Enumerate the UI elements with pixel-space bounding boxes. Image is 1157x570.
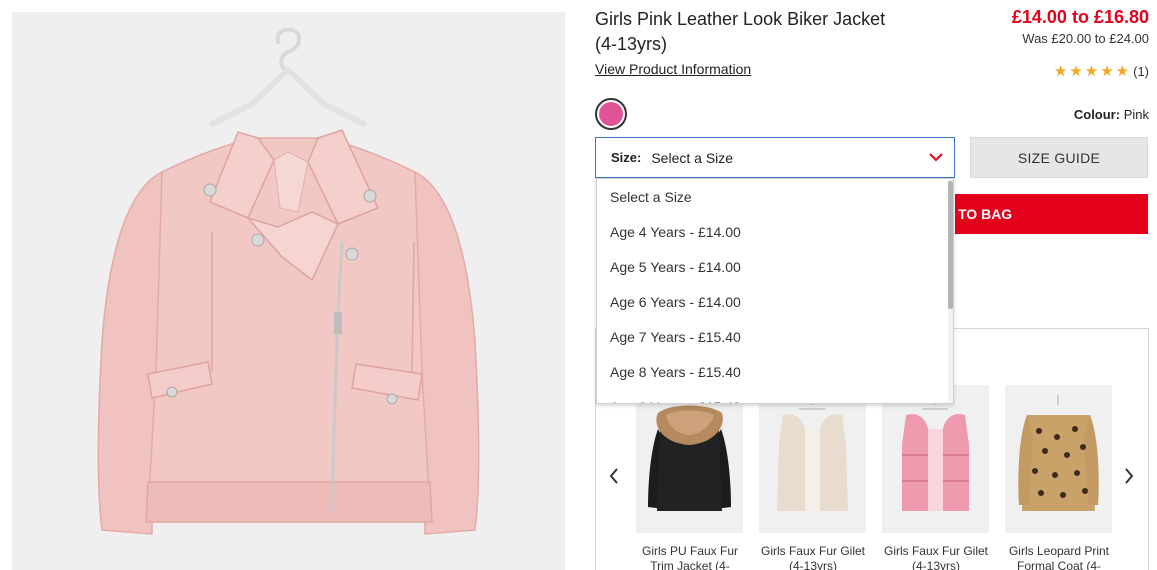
size-option[interactable]: Age 7 Years - £15.40: [597, 320, 953, 355]
recommendation-tile[interactable]: Girls Leopard Print Formal Coat (4-: [1005, 385, 1112, 570]
product-title: Girls Pink Leather Look Biker Jacket (4-…: [595, 9, 886, 54]
pink-biker-jacket-image: [97, 27, 480, 535]
carousel-next-icon[interactable]: [1121, 465, 1137, 487]
black-faux-fur-jacket-image: [636, 385, 743, 533]
star-icon: ★: [1100, 63, 1114, 80]
recommendation-tile[interactable]: Girls Faux Fur Gilet (4-13yrs): [759, 385, 866, 570]
chevron-down-icon: [929, 153, 943, 162]
size-option[interactable]: Select a Size: [597, 179, 953, 215]
product-price: £14.00 to £16.80: [1011, 7, 1149, 27]
star-icon: ★: [1069, 63, 1083, 80]
colour-swatch-pink[interactable]: [595, 98, 627, 130]
star-icon: ★: [1053, 63, 1068, 80]
recommendation-name[interactable]: Girls Faux Fur Gilet (4-13yrs): [753, 544, 873, 570]
recommendation-tile[interactable]: Girls PU Faux Fur Trim Jacket (4-: [636, 385, 743, 570]
size-option[interactable]: Age 8 Years - £15.40: [597, 355, 953, 390]
size-option[interactable]: Age 9 Years - £15.40: [597, 390, 953, 403]
colour-label: Colour:: [1073, 107, 1121, 122]
colour-indicator: Colour: Pink: [1074, 107, 1149, 122]
swatch-fill: [599, 102, 623, 126]
pink-faux-fur-gilet-image: [882, 385, 989, 533]
colour-value: Pink: [1123, 107, 1149, 122]
size-select[interactable]: Size: Select a Size: [595, 137, 955, 178]
size-label: Size:: [611, 150, 642, 165]
star-icon: ★: [1115, 63, 1130, 80]
cream-faux-fur-gilet-image: [759, 385, 866, 533]
recommendation-name[interactable]: Girls Leopard Print Formal Coat (4-: [999, 544, 1119, 570]
dropdown-scrollbar[interactable]: [948, 179, 953, 403]
recommendation-tile[interactable]: Girls Faux Fur Gilet (4-13yrs): [882, 385, 989, 570]
size-guide-button[interactable]: SIZE GUIDE: [970, 137, 1148, 178]
carousel-prev-icon[interactable]: [606, 465, 622, 487]
size-selected-value: Select a Size: [651, 149, 734, 166]
recommendation-name[interactable]: Girls PU Faux Fur Trim Jacket (4-: [630, 544, 750, 570]
recommendation-name[interactable]: Girls Faux Fur Gilet (4-13yrs): [876, 544, 996, 570]
size-option[interactable]: Age 4 Years - £14.00: [597, 215, 953, 250]
leopard-print-coat-image: [1005, 385, 1112, 533]
size-option[interactable]: Age 6 Years - £14.00: [597, 285, 953, 320]
product-rating[interactable]: ★ ★ ★ ★ ★ (1): [1054, 64, 1149, 79]
product-main-image[interactable]: [12, 12, 565, 570]
add-to-bag-label: TO BAG: [958, 206, 1013, 222]
size-dropdown-list[interactable]: Select a Size Age 4 Years - £14.00 Age 5…: [596, 178, 954, 404]
dropdown-scrollbar-thumb[interactable]: [948, 181, 953, 309]
view-product-information-link[interactable]: View Product Information: [595, 61, 751, 77]
star-icon: ★: [1084, 63, 1099, 80]
was-price: Was £20.00 to £24.00: [1022, 31, 1149, 46]
rating-count: (1): [1133, 64, 1149, 79]
add-to-bag-button[interactable]: TO BAG: [955, 194, 1148, 234]
size-option[interactable]: Age 5 Years - £14.00: [597, 250, 953, 285]
